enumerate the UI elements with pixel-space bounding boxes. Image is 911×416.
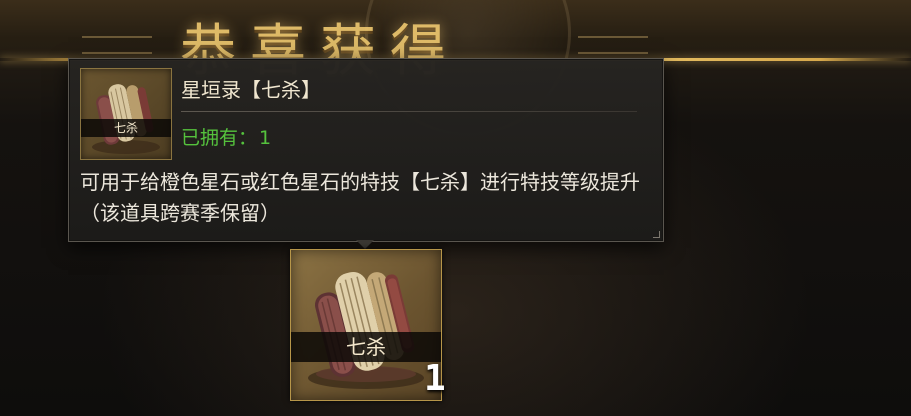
banner-ornament-left — [82, 36, 152, 54]
tooltip-item-thumbnail: 七杀 — [80, 68, 172, 160]
owned-label: 已拥有： — [181, 127, 258, 149]
tooltip-divider — [181, 111, 637, 112]
reward-screen: 恭喜获得 七杀 星垣录【七杀】 已拥有： 1 可用于给橙色星石或红色星石的特技【… — [0, 0, 911, 416]
tooltip-thumb-label: 七杀 — [81, 119, 171, 137]
owned-count: 1 — [259, 127, 272, 149]
tooltip-item-name: 星垣录【七杀】 — [181, 78, 321, 102]
owned-count-row: 已拥有： 1 — [181, 123, 271, 150]
scroll-bundle-icon — [92, 84, 160, 154]
scroll-bundle-icon — [308, 271, 424, 389]
item-tooltip: 七杀 星垣录【七杀】 已拥有： 1 可用于给橙色星石或红色星石的特技【七杀】进行特… — [68, 58, 664, 242]
reward-item-label: 七杀 — [291, 332, 441, 362]
banner-ornament-right — [578, 36, 648, 54]
tooltip-description: 可用于给橙色星石或红色星石的特技【七杀】进行特技等级提升（该道具跨赛季保留） — [80, 170, 640, 225]
reward-item-count: 1 — [424, 358, 446, 399]
reward-item-card[interactable]: 七杀 — [290, 249, 442, 401]
tooltip-pointer — [356, 240, 374, 249]
tooltip-corner-mark — [653, 231, 660, 238]
